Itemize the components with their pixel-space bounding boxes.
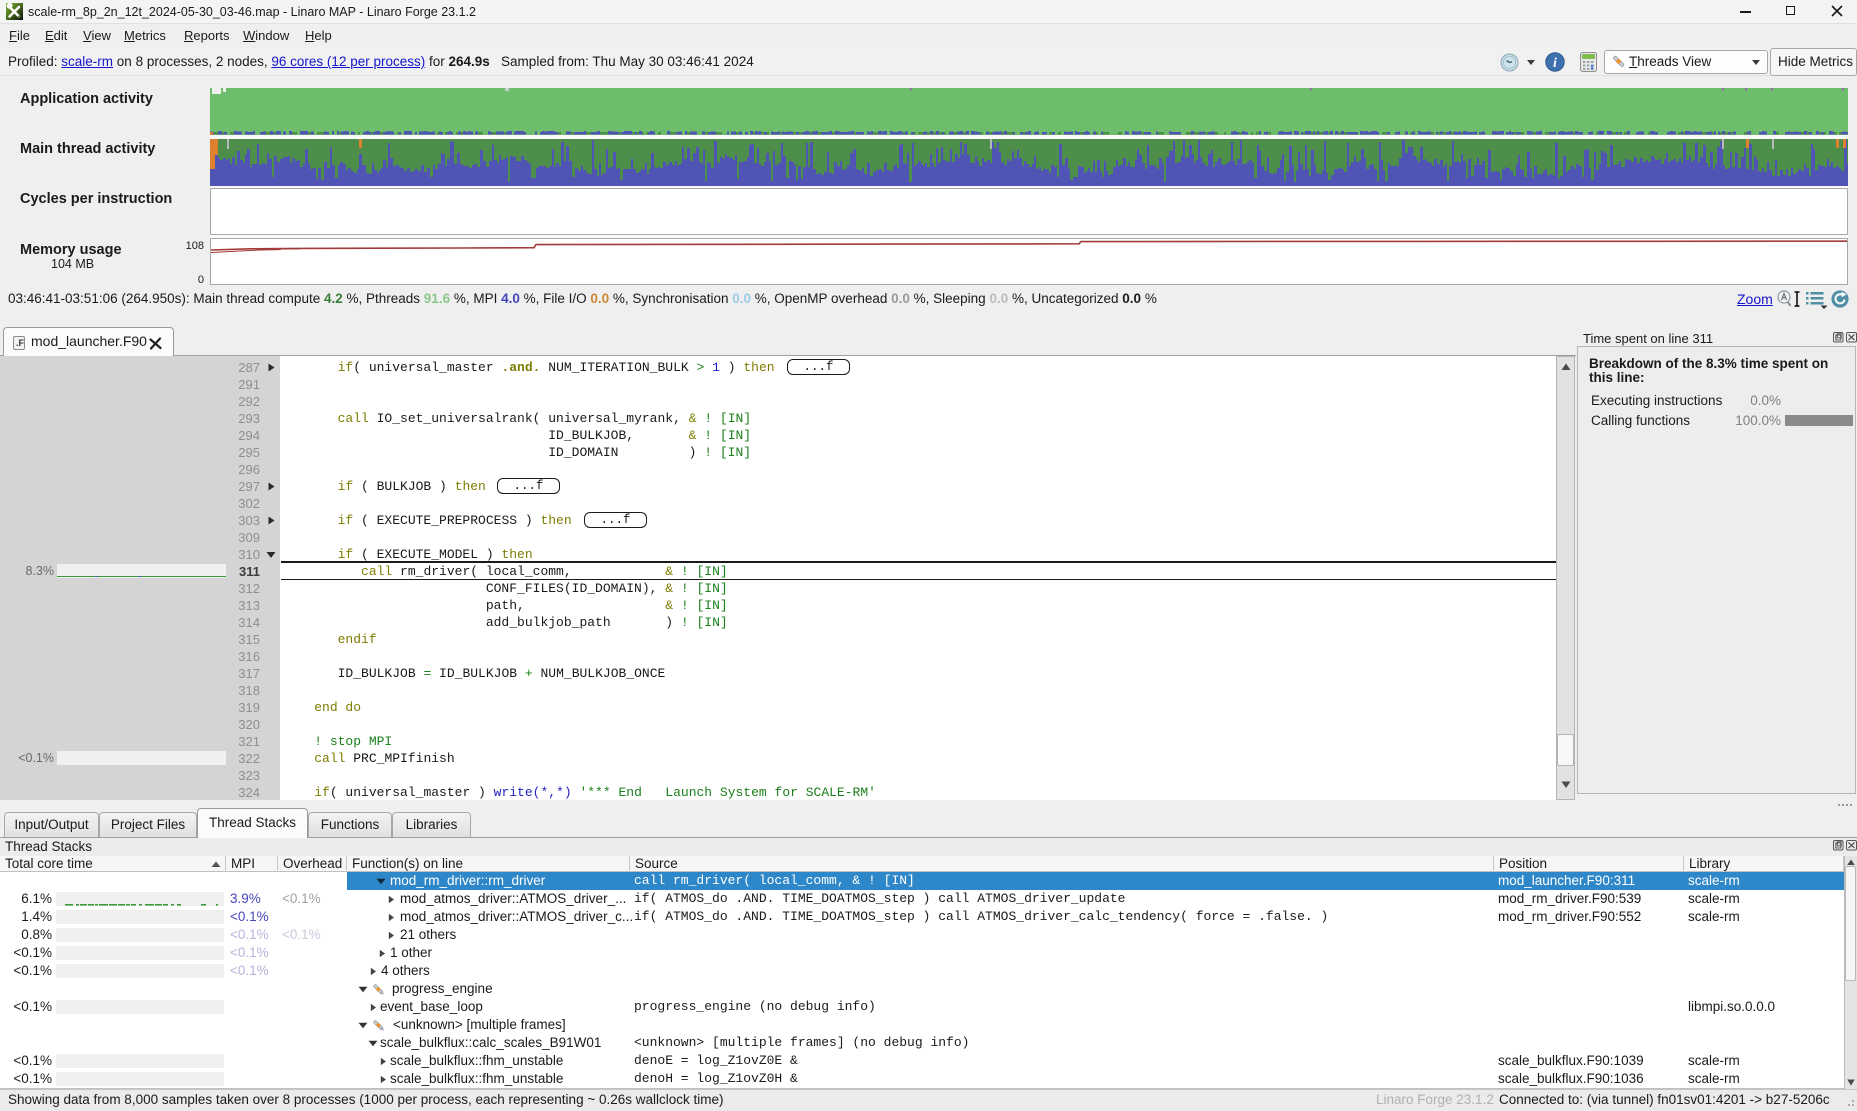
svg-text:i: i [1553, 56, 1557, 71]
